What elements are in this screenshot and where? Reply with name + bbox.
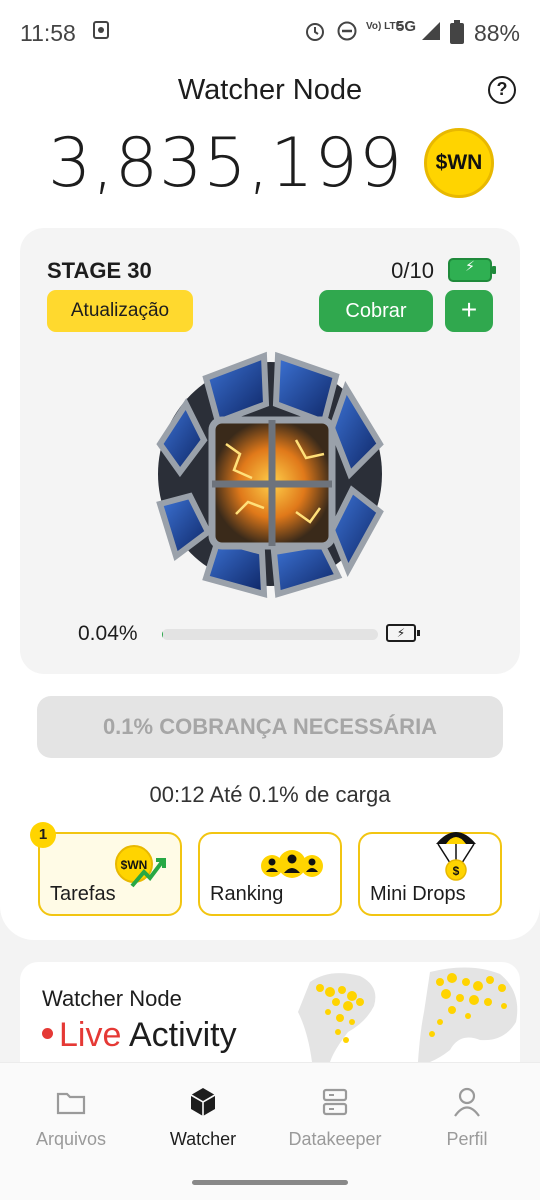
tasks-badge: 1 [30, 822, 56, 848]
activity-word: Activity [128, 1016, 237, 1054]
alarm-icon [304, 20, 326, 48]
cube-icon [190, 1088, 216, 1116]
ranking-label: Ranking [210, 883, 284, 905]
charge-timer: 00:12 Até 0.1% de carga [149, 782, 391, 807]
balance-amount: 3,835,199 [48, 124, 404, 203]
network-type: 5G [396, 18, 417, 35]
charge-battery-icon: ⚡ [386, 624, 420, 642]
server-icon [322, 1088, 348, 1116]
mini-drops-tile[interactable]: $ Mini Drops [358, 832, 502, 916]
folder-icon [56, 1092, 86, 1115]
users-group-icon [261, 850, 323, 878]
nav-item-arquivos[interactable]: Arquivos [4, 1085, 138, 1150]
parachute-coin-icon: $ [436, 832, 476, 881]
battery-percent: 88% [473, 20, 520, 46]
status-bar: 11:58 Vo) LTE 5G 88% [0, 0, 540, 66]
nav-label-arquivos: Arquivos [35, 1129, 107, 1149]
charging-battery-icon: ⚡ [448, 258, 496, 282]
claim-required-button[interactable]: 0.1% COBRANÇA NECESSÁRIA [37, 696, 503, 758]
live-card-title: Watcher Node [42, 986, 182, 1011]
stage-card: STAGE 30 0/10 ⚡ Atualização Cobrar + 0.0… [20, 228, 520, 674]
collect-button[interactable]: Cobrar [319, 290, 433, 332]
live-activity-heading: Live Activity [42, 1016, 237, 1055]
page-title: Watcher Node [177, 74, 363, 106]
nav-label-watcher: Watcher [169, 1129, 237, 1149]
nav-item-perfil[interactable]: Perfil [400, 1085, 534, 1150]
question-circle-icon[interactable]: ? [488, 76, 516, 104]
sim-icon [92, 20, 110, 46]
live-activity-card[interactable]: Watcher Node Live Activity [20, 962, 520, 1062]
home-indicator[interactable] [192, 1180, 348, 1185]
nav-label-datakeeper: Datakeeper [288, 1129, 382, 1149]
signal-icon [420, 20, 442, 48]
user-icon [454, 1087, 480, 1117]
watcher-sheet: Watcher Node ? 3,835,199 $WN STAGE 30 0/… [0, 66, 540, 940]
nav-item-datakeeper[interactable]: Datakeeper [268, 1085, 402, 1150]
battery-icon [450, 20, 464, 50]
world-map-heat-icon [298, 967, 518, 1062]
svg-text:$: $ [453, 864, 460, 878]
dnd-icon [336, 20, 358, 48]
stage-label: STAGE 30 [47, 258, 152, 283]
nav-item-watcher[interactable]: Watcher [136, 1085, 270, 1150]
watcher-node-illustration[interactable] [146, 344, 394, 602]
wn-coin-arrow-icon: $WN [115, 845, 166, 888]
upgrade-button[interactable]: Atualização [47, 290, 193, 332]
nav-label-perfil: Perfil [446, 1129, 488, 1149]
mini-drops-label: Mini Drops [370, 883, 466, 905]
live-word: Live [59, 1016, 122, 1054]
slots-count: 0/10 [391, 258, 434, 283]
wn-coin-icon: $WN [424, 128, 494, 198]
ranking-tile[interactable]: Ranking [198, 832, 342, 916]
add-button[interactable]: + [445, 290, 493, 332]
tasks-tile[interactable]: $WN Tarefas [38, 832, 182, 916]
status-time: 11:58 [20, 20, 76, 46]
charge-progress-bar [162, 629, 378, 640]
tasks-label: Tarefas [50, 883, 116, 905]
charge-percent: 0.04% [78, 622, 138, 645]
live-dot-icon [42, 1028, 53, 1039]
